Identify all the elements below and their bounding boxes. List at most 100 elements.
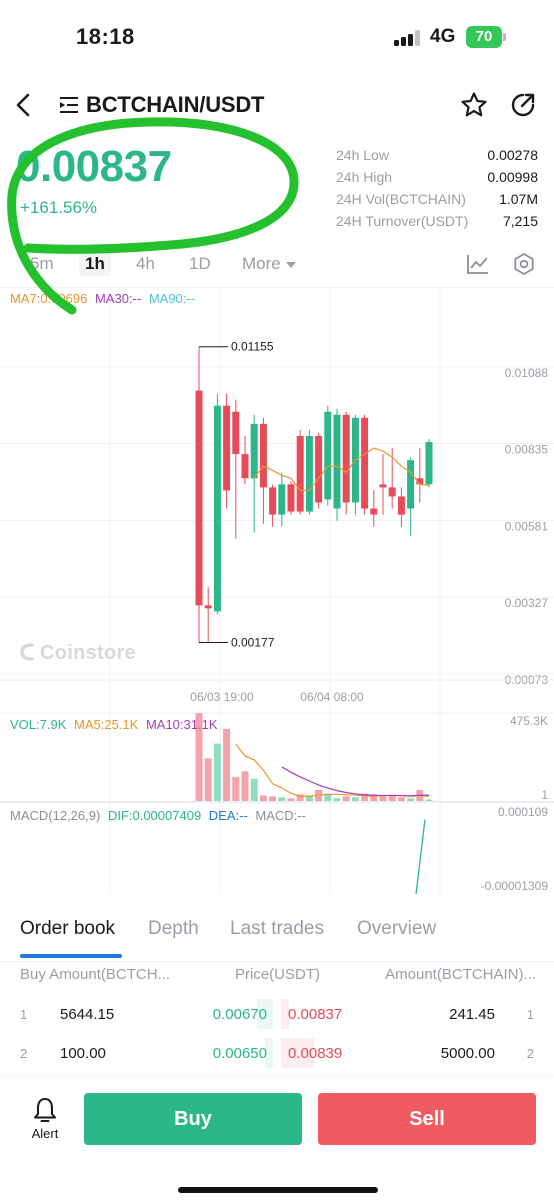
stat-24h-turnover: 24H Turnover(USDT) 7,215 (336, 211, 538, 233)
ticker-stats: 24h Low 0.00278 24h High 0.00998 24H Vol… (336, 145, 538, 233)
volume-axis-min-label: 1 (541, 788, 548, 802)
home-indicator (178, 1187, 378, 1193)
volume-axis-max-label: 475.3K (510, 714, 548, 728)
dif-line (415, 819, 426, 894)
signal-icon (394, 30, 422, 46)
tab-last-trades[interactable]: Last trades (230, 918, 324, 940)
candle-body (324, 411, 332, 500)
row-index: 1 (526, 1007, 534, 1022)
candle-body (195, 390, 203, 606)
volume-bar (213, 743, 221, 801)
timeframe-1h[interactable]: 1h (79, 252, 111, 276)
col-price: Price(USDT) (235, 966, 320, 983)
status-time: 18:18 (76, 24, 135, 49)
share-icon[interactable] (510, 92, 536, 118)
row-index: 2 (526, 1046, 534, 1061)
buy-button[interactable]: Buy (84, 1093, 302, 1145)
stat-label: 24h High (336, 169, 393, 185)
volume-ma10-line (281, 766, 430, 797)
timeframe-5m[interactable]: 5m (24, 252, 60, 276)
tab-overview[interactable]: Overview (357, 918, 436, 940)
watermark-text: Coinstore (40, 642, 137, 664)
candle-body (287, 484, 295, 512)
candle-body (213, 405, 221, 612)
candle-body (425, 442, 433, 485)
volume-bar (269, 796, 277, 801)
chart-type-icon[interactable] (466, 252, 490, 276)
alert-button[interactable]: Alert (22, 1096, 68, 1141)
candle-body (407, 460, 415, 509)
bid-price: 0.00650 (212, 1045, 267, 1062)
volume-bar (388, 795, 396, 801)
ask-price: 0.00837 (288, 1006, 343, 1023)
volume-bar (287, 798, 295, 801)
stat-label: 24H Vol(BCTCHAIN) (336, 191, 466, 207)
volume-legend: VOL:7.9K MA5:25.1K MA10:31.1K (10, 717, 218, 732)
volume-bar (425, 799, 433, 801)
timeframe-1d[interactable]: 1D (183, 252, 217, 276)
stat-label: 24h Low (336, 147, 389, 163)
alert-label: Alert (31, 1126, 59, 1141)
stat-value: 7,215 (502, 213, 538, 229)
stat-24h-low: 24h Low 0.00278 (336, 145, 538, 167)
timeframe-4h[interactable]: 4h (130, 252, 161, 276)
stat-value: 1.07M (499, 191, 538, 207)
vol-ma10-label: MA10:31.1K (145, 717, 218, 732)
volume-bar (278, 797, 286, 801)
candle-body (361, 417, 369, 509)
candle-body (259, 423, 267, 488)
back-icon[interactable] (12, 90, 36, 120)
sell-amount: 5000.00 (440, 1045, 495, 1062)
stat-24h-volume: 24H Vol(BCTCHAIN) 1.07M (336, 189, 538, 211)
ma-legend: MA7:0.00696 MA30:-- MA90:-- (10, 291, 195, 306)
low-price-label: 0.00177 (231, 636, 275, 650)
price-axis-label: 0.00581 (505, 519, 549, 533)
timeframe-more-dropdown[interactable]: More (236, 252, 302, 276)
high-price-label: 0.01155 (231, 340, 274, 354)
volume-ma5-line (235, 743, 430, 797)
candle-body (370, 508, 378, 515)
candle-body (296, 435, 304, 512)
volume-bar (204, 758, 212, 801)
price-axis-label: 0.01088 (505, 366, 549, 380)
time-axis-label: 06/03 19:00 (190, 690, 254, 704)
volume-bar (397, 797, 405, 801)
sell-button[interactable]: Sell (318, 1093, 536, 1145)
volume-bar (232, 776, 240, 801)
pair-menu-icon[interactable] (58, 94, 80, 116)
tab-depth[interactable]: Depth (148, 918, 199, 940)
volume-bar (241, 771, 249, 801)
stat-24h-high: 24h High 0.00998 (336, 167, 538, 189)
candle-body (333, 414, 341, 509)
tab-order-book[interactable]: Order book (20, 918, 115, 940)
header: BCTCHAIN/USDT (0, 80, 554, 130)
col-buy-amount: Buy Amount(BCTCH... (20, 966, 171, 983)
price-axis-label: 0.00835 (505, 443, 549, 457)
kline-chart[interactable]: 0.010880.008350.005810.003270.0007306/03… (0, 288, 554, 894)
orderbook-header: Buy Amount(BCTCH... Price(USDT) Amount(B… (0, 966, 554, 986)
chart-settings-icon[interactable] (512, 252, 536, 276)
favorite-star-icon[interactable] (460, 91, 488, 119)
candle-body (223, 405, 231, 491)
pair-title[interactable]: BCTCHAIN/USDT (86, 92, 264, 118)
candle-body (305, 435, 313, 512)
candle-body (379, 484, 387, 488)
dea-label: DEA:-- (208, 808, 248, 823)
ma30-label: MA30:-- (94, 291, 142, 306)
ask-price: 0.00839 (288, 1045, 343, 1062)
price-axis-label: 0.00327 (505, 596, 549, 610)
candle-body (315, 435, 323, 503)
volume-bar (333, 798, 341, 801)
orderbook-row[interactable]: 1 5644.15 0.00670 0.00837 241.45 1 (0, 999, 554, 1031)
ma90-label: MA90:-- (148, 291, 196, 306)
time-axis-label: 06/04 08:00 (300, 690, 364, 704)
volume-bar (259, 795, 267, 801)
more-label: More (242, 254, 281, 273)
bid-price: 0.00670 (212, 1006, 267, 1023)
timeframe-bar: 5m 1h 4h 1D More (0, 248, 554, 280)
macd-legend: MACD(12,26,9) DIF:0.00007409 DEA:-- MACD… (10, 808, 306, 823)
orderbook-row[interactable]: 2 100.00 0.00650 0.00839 5000.00 2 (0, 1038, 554, 1070)
candle-body (278, 484, 286, 515)
vol-label: VOL:7.9K (10, 717, 67, 732)
row-index: 2 (20, 1046, 28, 1061)
